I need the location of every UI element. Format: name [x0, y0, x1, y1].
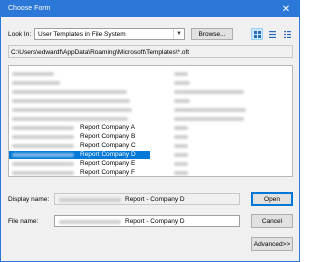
- list-item[interactable]: Report Company B: [9, 133, 292, 141]
- blurred-detail: [174, 126, 188, 130]
- display-name-value: Report - Company D: [125, 196, 185, 203]
- blurred-detail: [174, 171, 188, 175]
- look-in-dropdown[interactable]: User Templates in File System ▼: [34, 28, 185, 40]
- blurred-detail: [174, 135, 188, 139]
- blurred-detail: [174, 90, 244, 94]
- list-item-label: Report Company F: [80, 169, 135, 176]
- list-item[interactable]: [9, 70, 292, 78]
- list-item[interactable]: [9, 97, 292, 105]
- list-item-label: Report Company A: [80, 124, 135, 131]
- blurred-name: [12, 153, 74, 157]
- path-bar: C:\Users\edwardf\AppData\Roaming\Microso…: [8, 45, 293, 58]
- blurred-detail: [174, 108, 246, 112]
- blurred-detail: [174, 117, 244, 121]
- list-item[interactable]: [9, 79, 292, 87]
- open-button[interactable]: Open: [251, 192, 293, 206]
- list-item[interactable]: Report Company F: [9, 169, 292, 176]
- list-item-label: Report Company B: [80, 133, 136, 140]
- browse-button[interactable]: Browse...: [191, 28, 233, 40]
- title-bar[interactable]: Choose Form ✕: [1, 1, 299, 17]
- look-in-value: User Templates in File System: [38, 31, 126, 38]
- path-text: C:\Users\edwardf\AppData\Roaming\Microso…: [11, 49, 190, 56]
- blurred-prefix: [59, 198, 121, 202]
- file-name-value: Report - Company D: [125, 218, 185, 225]
- blurred-detail: [174, 72, 188, 76]
- list-item[interactable]: Report Company C: [9, 142, 292, 150]
- advanced-button[interactable]: Advanced>>: [251, 237, 293, 251]
- blurred-name: [12, 81, 60, 85]
- close-icon[interactable]: ✕: [273, 1, 299, 17]
- blurred-name: [12, 90, 127, 94]
- blurred-name: [12, 126, 74, 130]
- blurred-detail: [174, 144, 188, 148]
- list-item-selected[interactable]: Report Company D: [9, 151, 292, 159]
- list-item-label: Report Company C: [80, 142, 136, 149]
- list-item[interactable]: Report Company A: [9, 124, 292, 132]
- blurred-name: [12, 72, 54, 76]
- blurred-detail: [174, 99, 190, 103]
- blurred-name: [12, 162, 74, 166]
- blurred-detail: [174, 81, 190, 85]
- list-item[interactable]: [9, 88, 292, 96]
- file-name-field[interactable]: Report - Company D: [54, 215, 240, 227]
- large-icons-view-icon[interactable]: [251, 28, 263, 40]
- blurred-name: [12, 99, 130, 103]
- cancel-button[interactable]: Cancel: [251, 214, 293, 228]
- file-name-label: File name:: [8, 218, 39, 225]
- look-in-label: Look In:: [8, 31, 32, 38]
- blurred-name: [12, 108, 132, 112]
- blurred-name: [12, 171, 74, 175]
- details-view-icon[interactable]: [281, 28, 293, 40]
- display-name-label: Display name:: [8, 196, 50, 203]
- blurred-prefix: [59, 220, 121, 224]
- blurred-detail: [174, 162, 188, 166]
- template-list[interactable]: Report Company A Report Company B Report…: [8, 65, 293, 177]
- window-title: Choose Form: [8, 5, 51, 12]
- list-item-label: Report Company E: [80, 160, 136, 167]
- choose-form-dialog: Choose Form ✕ Look In: User Templates in…: [0, 0, 300, 262]
- blurred-name: [12, 117, 128, 121]
- blurred-name: [12, 135, 74, 139]
- blurred-detail: [174, 153, 188, 157]
- list-view-icon[interactable]: [266, 28, 278, 40]
- chevron-down-icon[interactable]: ▼: [173, 29, 184, 39]
- list-item-label: Report Company D: [80, 151, 136, 158]
- list-item[interactable]: [9, 106, 292, 114]
- display-name-field: Report - Company D: [54, 193, 240, 205]
- list-item[interactable]: [9, 115, 292, 123]
- blurred-name: [12, 144, 74, 148]
- list-item[interactable]: Report Company E: [9, 160, 292, 168]
